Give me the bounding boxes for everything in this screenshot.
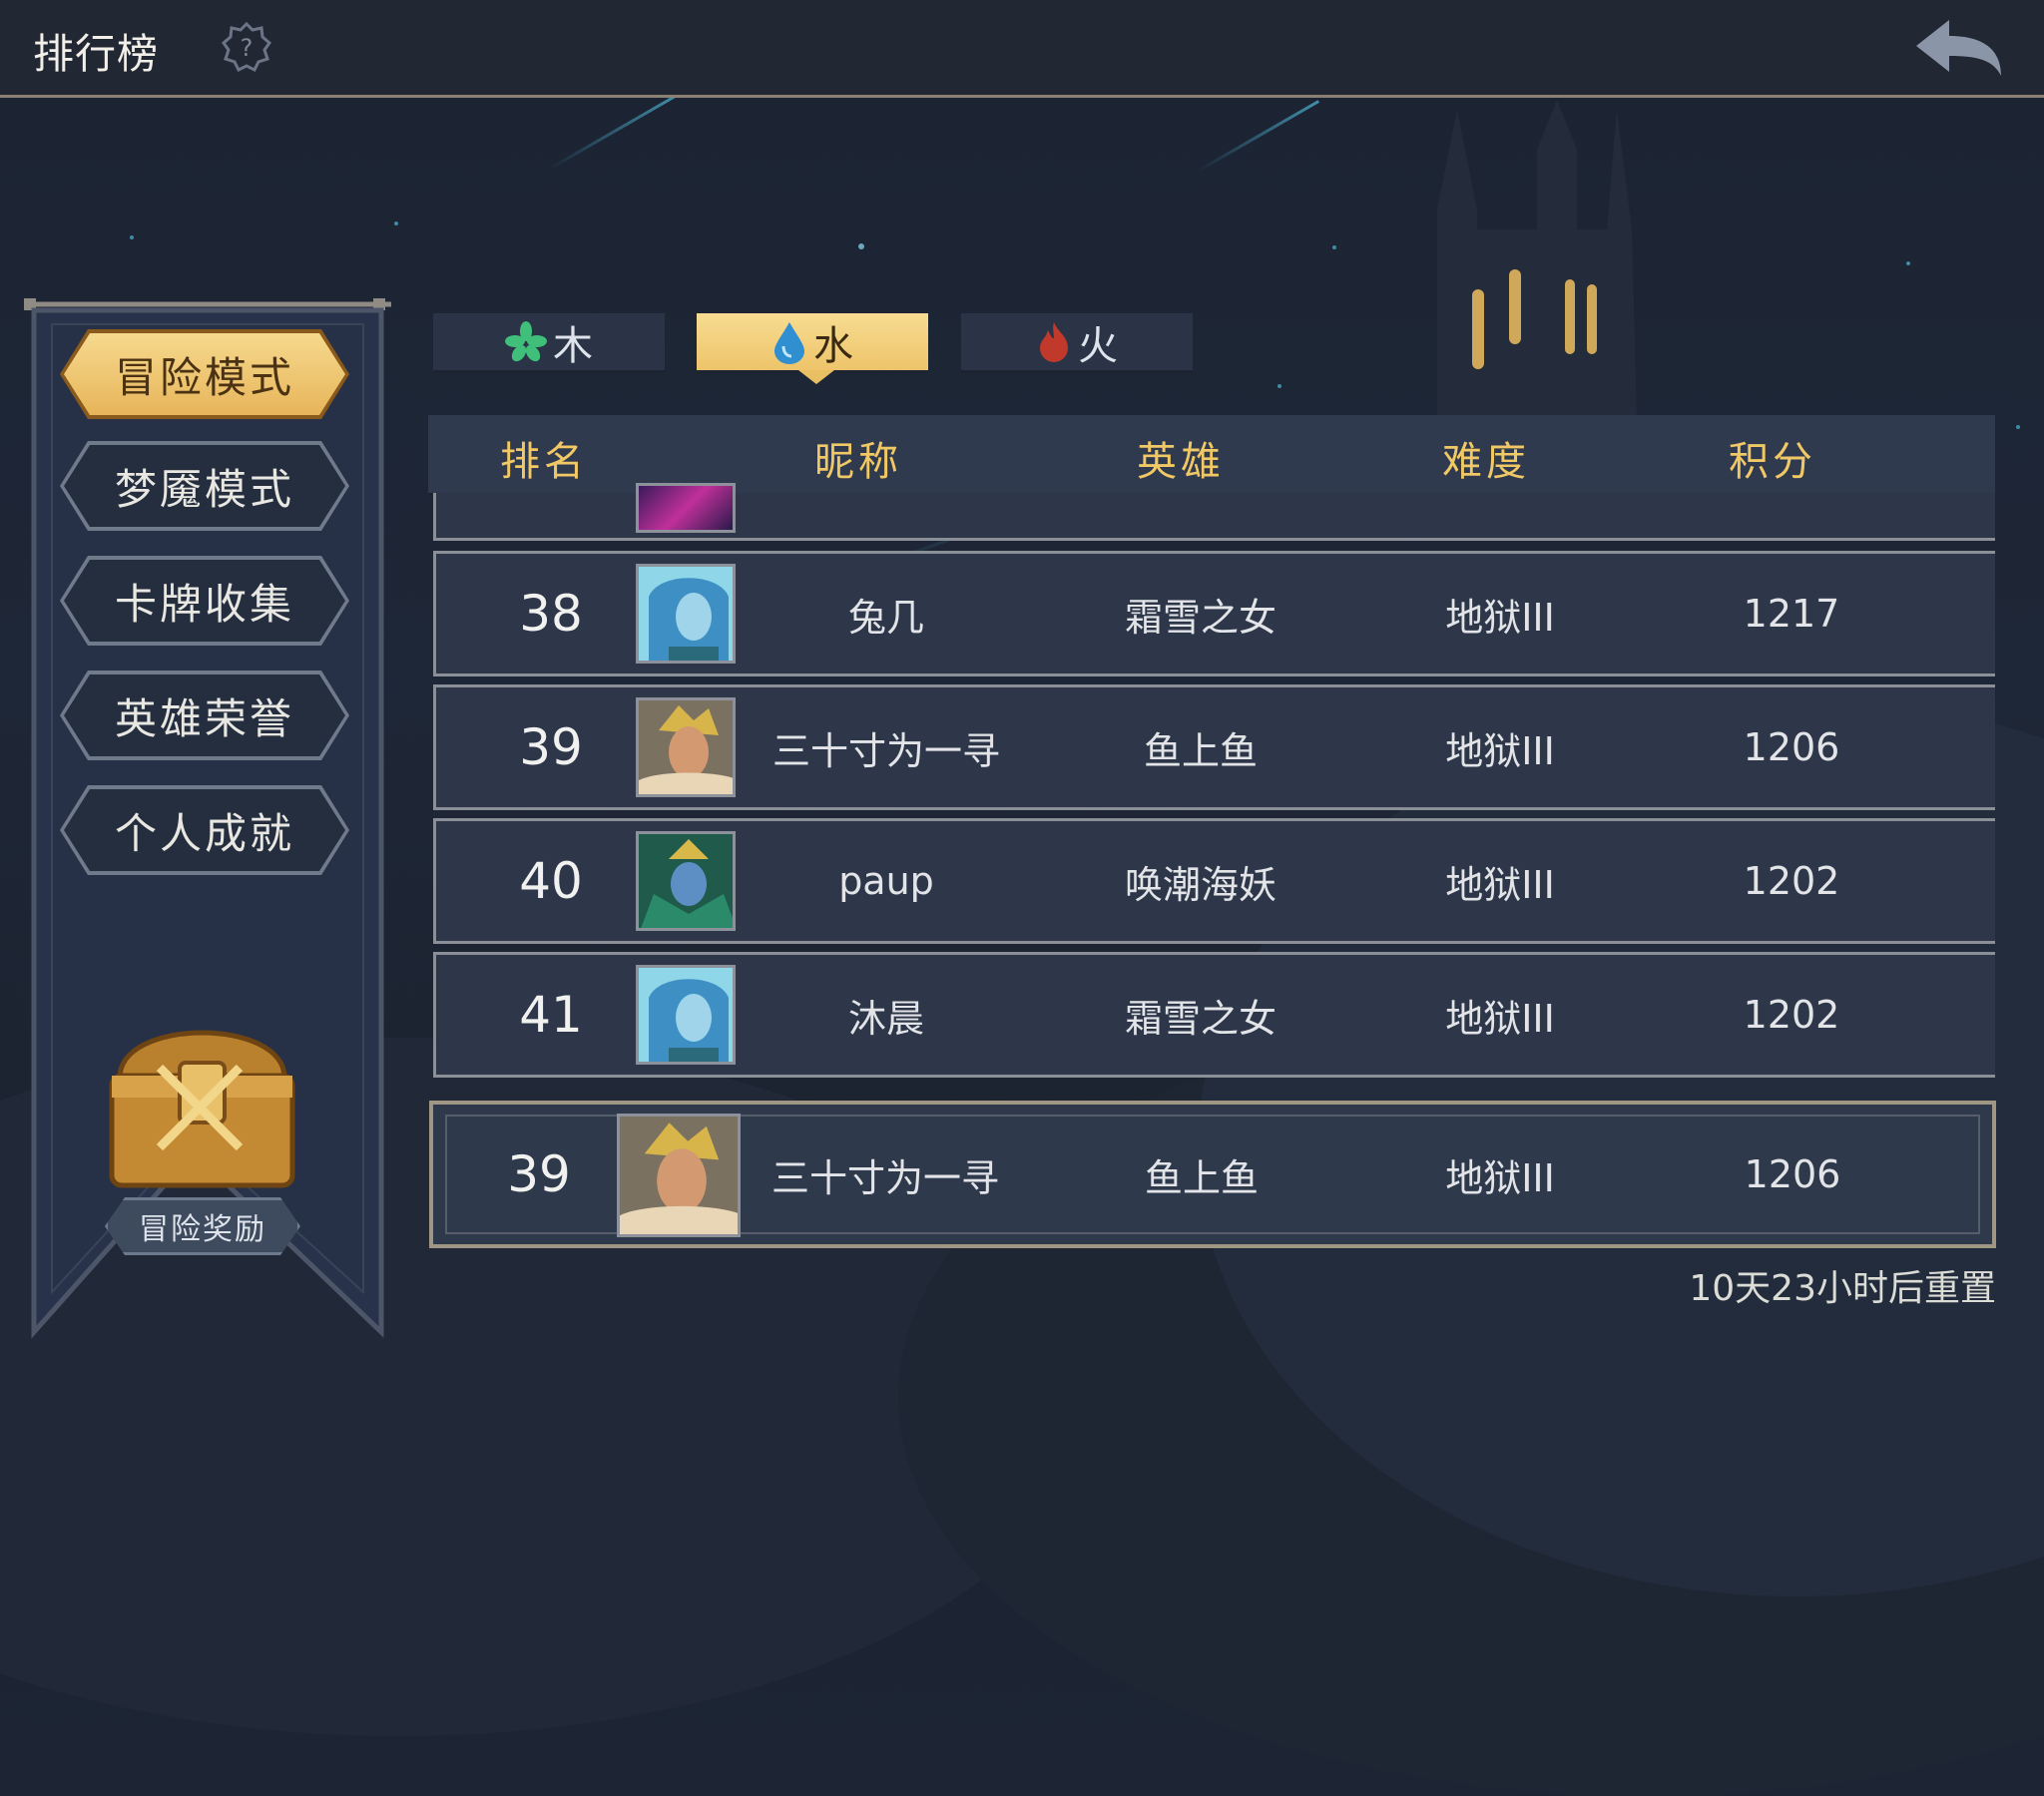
score-cell: 1206 — [1744, 1152, 1841, 1196]
nickname-cell: 三十寸为一寻 — [770, 1155, 1000, 1200]
col-difficulty: 难度 — [1442, 439, 1530, 485]
mode-achievements-button[interactable]: 个人成就 — [60, 785, 349, 875]
col-score: 积分 — [1729, 439, 1816, 485]
score-cell: 1202 — [1743, 993, 1840, 1037]
top-bar: 排行榜 ? — [0, 0, 2044, 98]
table-row-partial — [433, 483, 1995, 541]
my-rank-row[interactable]: 39 三十寸为一寻 鱼上鱼 地狱III 1206 — [429, 1101, 1996, 1248]
hero-cell: 唤潮海妖 — [1124, 862, 1278, 907]
table-row[interactable]: 38 兔几 霜雪之女 地狱III 1217 — [433, 551, 1995, 676]
mode-label: 英雄荣誉 — [64, 674, 345, 756]
score-cell: 1206 — [1743, 725, 1840, 769]
hero-avatar-frost-maiden — [636, 965, 736, 1065]
mode-adventure-button[interactable]: 冒险模式 — [60, 329, 349, 419]
nickname-cell: 兔几 — [847, 595, 925, 640]
hero-cell: 鱼上鱼 — [1143, 728, 1259, 773]
question-gear-icon[interactable]: ? — [222, 22, 271, 72]
tab-label: 水 — [813, 322, 853, 369]
tab-label: 木 — [553, 322, 593, 369]
adventure-reward-label[interactable]: 冒险奖励 — [105, 1197, 300, 1255]
nickname-cell: 三十寸为一寻 — [771, 728, 1001, 773]
leaf-icon — [505, 320, 547, 361]
table-row[interactable]: 40 paup 唤潮海妖 地狱III 1202 — [433, 818, 1995, 944]
col-nickname: 昵称 — [814, 439, 902, 485]
hero-avatar-frost-maiden — [636, 564, 736, 664]
svg-text:?: ? — [241, 34, 254, 62]
fire-icon — [1040, 321, 1068, 362]
reset-countdown: 10天23小时后重置 — [1689, 1268, 1996, 1309]
mode-card-collection-button[interactable]: 卡牌收集 — [60, 556, 349, 646]
rank-cell: 38 — [519, 585, 583, 643]
difficulty-cell: 地狱III — [1445, 728, 1555, 773]
difficulty-cell: 地狱III — [1445, 996, 1555, 1041]
nickname-cell: 沐晨 — [847, 996, 925, 1041]
col-hero: 英雄 — [1137, 439, 1225, 485]
mode-label: 卡牌收集 — [64, 560, 345, 642]
mode-hero-honor-button[interactable]: 英雄荣誉 — [60, 671, 349, 760]
rank-cell: 40 — [519, 852, 583, 910]
score-cell: 1217 — [1743, 592, 1840, 636]
difficulty-cell: 地狱III — [1445, 862, 1555, 907]
score-cell: 1202 — [1743, 859, 1840, 903]
page-title: 排行榜 — [33, 30, 159, 78]
difficulty-cell: 地狱III — [1445, 1155, 1555, 1200]
castle-decoration — [1437, 100, 1637, 419]
rank-cell: 39 — [519, 718, 583, 776]
hero-cell: 霜雪之女 — [1124, 595, 1278, 640]
rank-cell: 39 — [507, 1145, 571, 1203]
mode-label: 梦魇模式 — [64, 445, 345, 527]
table-row[interactable]: 39 三十寸为一寻 鱼上鱼 地狱III 1206 — [433, 684, 1995, 810]
hero-avatar-fish-hero — [636, 697, 736, 797]
hero-cell: 鱼上鱼 — [1144, 1155, 1260, 1200]
hero-avatar — [636, 483, 736, 533]
table-row[interactable]: 41 沐晨 霜雪之女 地狱III 1202 — [433, 952, 1995, 1078]
hero-avatar-tide-siren — [636, 831, 736, 931]
nickname-cell: paup — [838, 859, 934, 903]
difficulty-cell: 地狱III — [1445, 595, 1555, 640]
active-tab-pointer — [798, 370, 834, 384]
tab-wood[interactable]: 木 — [433, 313, 665, 373]
tab-fire[interactable]: 火 — [961, 313, 1193, 373]
back-arrow-icon[interactable] — [1911, 14, 2006, 84]
hero-avatar-fish-hero — [617, 1114, 741, 1237]
water-drop-icon — [774, 321, 804, 364]
mode-nightmare-button[interactable]: 梦魇模式 — [60, 441, 349, 531]
col-rank: 排名 — [500, 439, 588, 485]
rank-cell: 41 — [519, 986, 583, 1044]
tab-label: 火 — [1078, 322, 1118, 369]
hero-cell: 霜雪之女 — [1124, 996, 1278, 1041]
mode-label: 个人成就 — [64, 789, 345, 871]
mode-label: 冒险模式 — [64, 333, 345, 415]
treasure-chest-icon[interactable] — [100, 1008, 304, 1192]
tab-water[interactable]: 水 — [697, 313, 928, 373]
